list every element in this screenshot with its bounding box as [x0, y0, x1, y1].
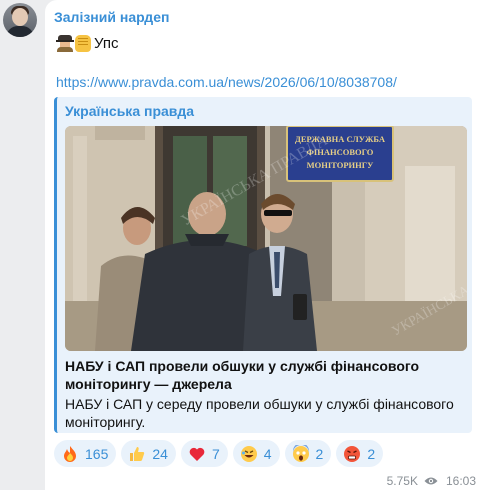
message-bubble: Залізний нардеп Упс https://www.pravda.c…	[45, 0, 488, 490]
avatar[interactable]	[3, 3, 37, 37]
reaction-fire[interactable]: 165	[54, 440, 117, 467]
article-link[interactable]: https://www.pravda.com.ua/news/2026/06/1…	[56, 74, 397, 90]
reaction-angry[interactable]: 2	[336, 440, 384, 467]
reaction-count: 24	[152, 445, 168, 462]
reaction-rofl[interactable]: 4	[232, 440, 280, 467]
photo-sign-line-3: МОНІТОРИНГУ	[307, 160, 375, 170]
reaction-count: 7	[211, 445, 220, 462]
reaction-count: 4	[263, 445, 272, 462]
message-caption: Упс	[94, 34, 119, 52]
link-preview[interactable]: Українська правда ДЕРЖАВНА СЛУЖБА ФІНАНС…	[54, 97, 472, 433]
message-meta: 5.75K 16:03	[387, 474, 476, 488]
eye-icon	[424, 477, 438, 485]
thumbs-up-icon	[130, 446, 145, 461]
reactions-bar: 165 24 7 4 2 2	[54, 440, 384, 468]
angry-face-icon	[344, 445, 361, 462]
fire-icon	[64, 445, 76, 462]
preview-description: НАБУ і САП у середу провели обшуки у слу…	[65, 396, 454, 430]
view-count: 5.75K	[386, 474, 418, 488]
reaction-thumbs-up[interactable]: 24	[121, 440, 176, 467]
channel-name[interactable]: Залізний нардеп	[54, 9, 169, 25]
preview-photo[interactable]: ДЕРЖАВНА СЛУЖБА ФІНАНСОВОГО МОНІТОРИНГУ	[65, 126, 467, 351]
message-time: 16:03	[445, 474, 476, 488]
reaction-heart[interactable]: 7	[180, 440, 228, 467]
reaction-count: 165	[85, 445, 109, 462]
scream-icon	[292, 444, 309, 462]
fist-icon	[75, 34, 91, 52]
reaction-count: 2	[315, 445, 324, 462]
rofl-icon	[240, 445, 257, 462]
heart-icon	[189, 447, 205, 461]
detective-icon	[56, 34, 74, 52]
message-text: Упс	[56, 33, 118, 53]
preview-title[interactable]: НАБУ і САП провели обшуки у службі фінан…	[65, 357, 469, 393]
reaction-count: 2	[367, 445, 376, 462]
preview-site-name: Українська правда	[65, 103, 195, 119]
reaction-scream[interactable]: 2	[284, 440, 332, 467]
